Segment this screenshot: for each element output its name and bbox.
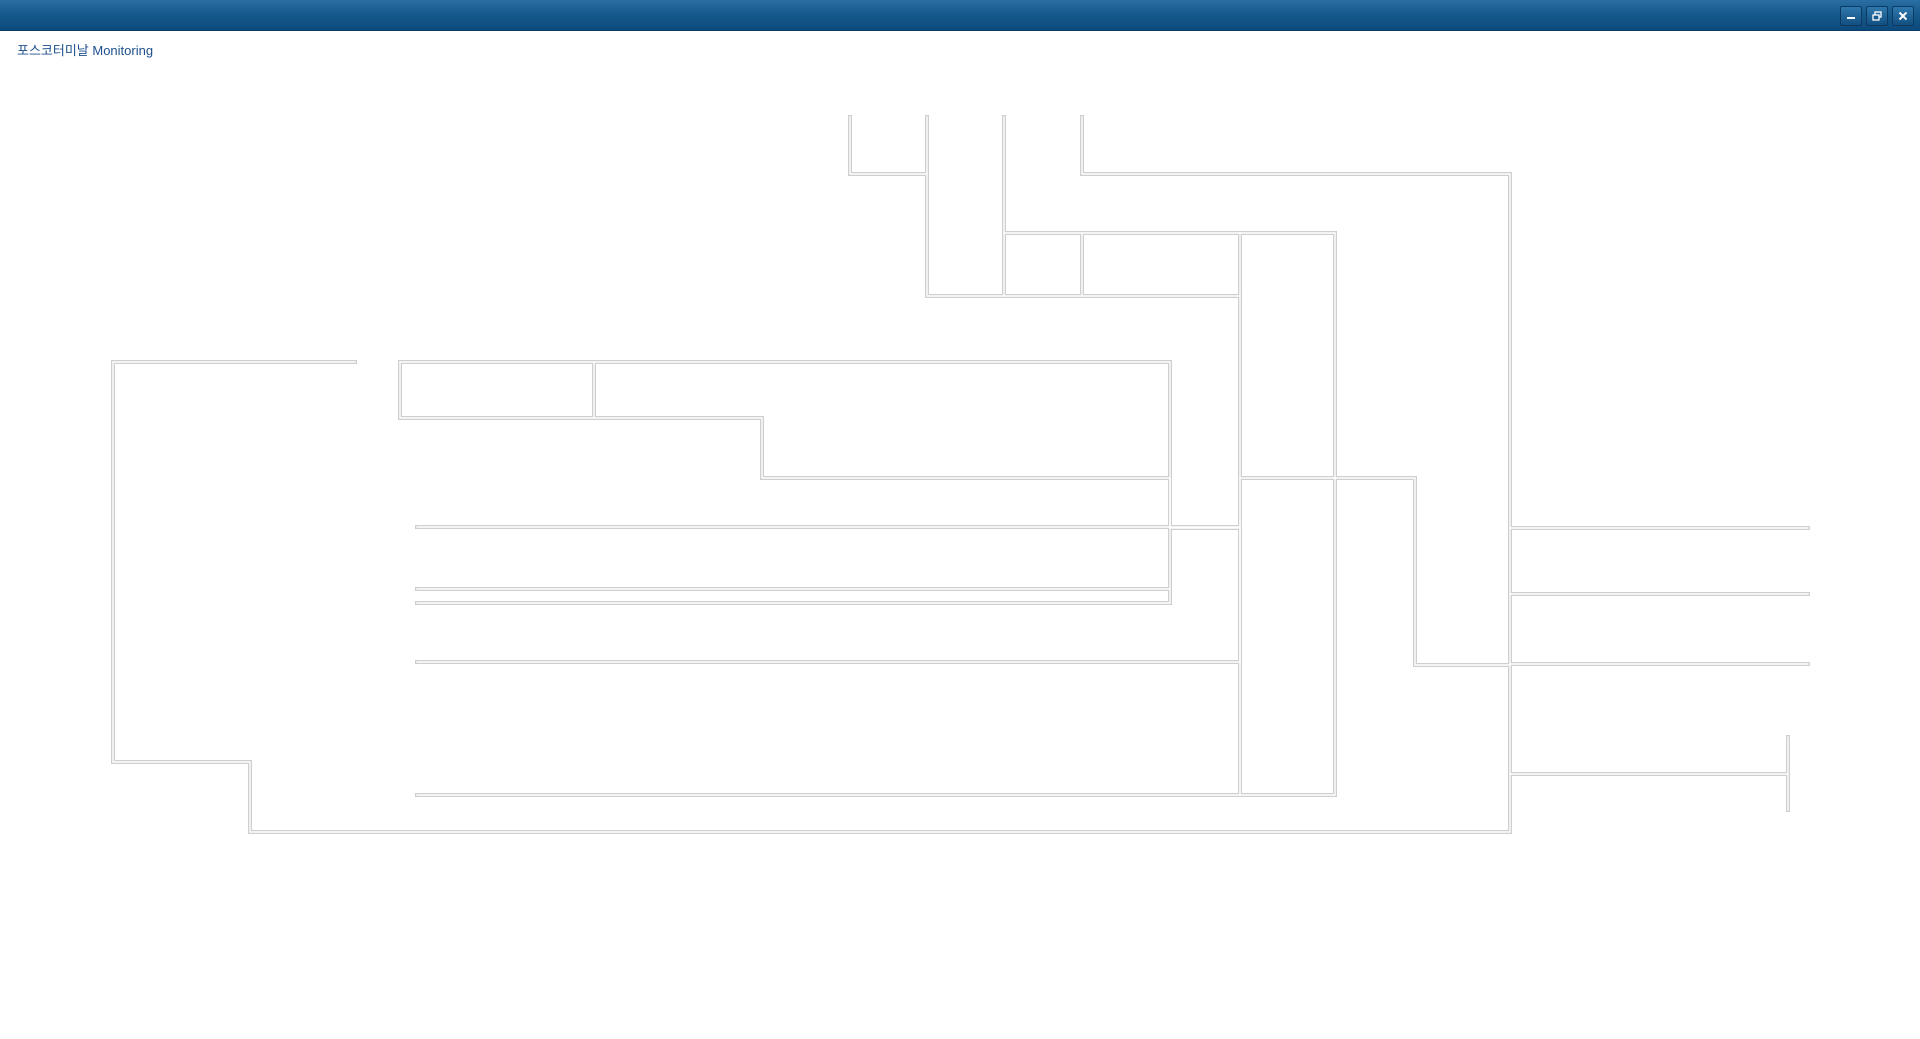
floor-plan-walls <box>111 115 1810 834</box>
terminal-floor-plan <box>111 115 1810 834</box>
